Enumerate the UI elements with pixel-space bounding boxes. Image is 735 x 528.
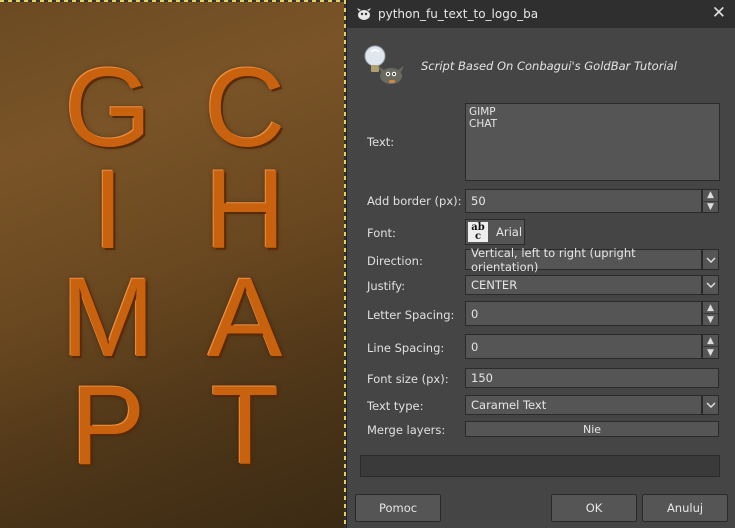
help-button[interactable]: Pomoc <box>355 494 441 522</box>
text-label: Text: <box>367 135 395 149</box>
letter-spacing-label: Letter Spacing: <box>367 308 455 322</box>
justify-label: Justify: <box>367 279 406 293</box>
canvas-letter: P <box>70 363 146 488</box>
canvas-letter: M <box>61 255 155 380</box>
letter-spacing-stepper[interactable]: ▲ ▼ <box>702 301 719 326</box>
add-border-stepper[interactable]: ▲ ▼ <box>702 189 719 213</box>
text-type-select[interactable]: Caramel Text <box>465 395 702 415</box>
ok-button[interactable]: OK <box>551 494 637 522</box>
line-spacing-label: Line Spacing: <box>367 341 445 355</box>
font-icon: ab c <box>468 222 488 242</box>
canvas-letter: I <box>92 147 124 272</box>
close-icon[interactable]: ✕ <box>712 3 726 23</box>
text-type-label: Text type: <box>367 399 424 413</box>
font-name: Arial <box>496 225 523 239</box>
lightbulb-wilber-icon <box>364 45 404 84</box>
image-canvas[interactable]: G C I H M A P T <box>0 0 346 528</box>
script-dialog: python_fu_text_to_logo_ba ✕ Script Based… <box>346 0 735 528</box>
merge-layers-label: Merge layers: <box>367 423 446 437</box>
font-size-input[interactable]: 150 <box>465 368 719 388</box>
spin-up-icon[interactable]: ▲ <box>703 302 718 313</box>
canvas-letter: A <box>207 255 283 380</box>
direction-select[interactable]: Vertical, left to right (upright orienta… <box>465 246 702 274</box>
justify-select[interactable]: CENTER <box>465 275 702 295</box>
dialog-title: python_fu_text_to_logo_ba <box>378 7 539 21</box>
selection-border-top <box>0 0 346 2</box>
cancel-button[interactable]: Anuluj <box>642 494 728 522</box>
direction-label: Direction: <box>367 254 423 268</box>
spin-up-icon[interactable]: ▲ <box>703 190 718 201</box>
dialog-titlebar[interactable]: python_fu_text_to_logo_ba ✕ <box>347 0 735 28</box>
add-border-label: Add border (px): <box>367 194 462 208</box>
line-spacing-stepper[interactable]: ▲ ▼ <box>702 334 719 359</box>
gimp-app-icon <box>357 8 371 20</box>
spin-down-icon[interactable]: ▼ <box>703 200 718 213</box>
merge-layers-toggle[interactable]: Nie <box>465 421 719 437</box>
spin-down-icon[interactable]: ▼ <box>703 346 718 358</box>
spin-up-icon[interactable]: ▲ <box>703 335 718 346</box>
canvas-letter: H <box>204 147 286 272</box>
dialog-header: Script Based On Conbagui's GoldBar Tutor… <box>347 28 735 96</box>
letter-spacing-input[interactable]: 0 <box>465 301 702 326</box>
add-border-input[interactable]: 50 <box>465 189 702 213</box>
font-size-label: Font size (px): <box>367 372 449 386</box>
font-picker-button[interactable]: ab c Arial <box>465 219 525 245</box>
text-input[interactable]: GIMP CHAT <box>465 103 720 181</box>
spin-down-icon[interactable]: ▼ <box>703 313 718 325</box>
line-spacing-input[interactable]: 0 <box>465 334 702 359</box>
chevron-down-icon[interactable] <box>702 395 719 415</box>
progress-bar <box>360 455 720 477</box>
font-label: Font: <box>367 226 396 240</box>
canvas-letter: T <box>210 363 280 488</box>
chevron-down-icon[interactable] <box>702 249 719 270</box>
script-description: Script Based On Conbagui's GoldBar Tutor… <box>421 59 677 73</box>
chevron-down-icon[interactable] <box>702 275 719 295</box>
